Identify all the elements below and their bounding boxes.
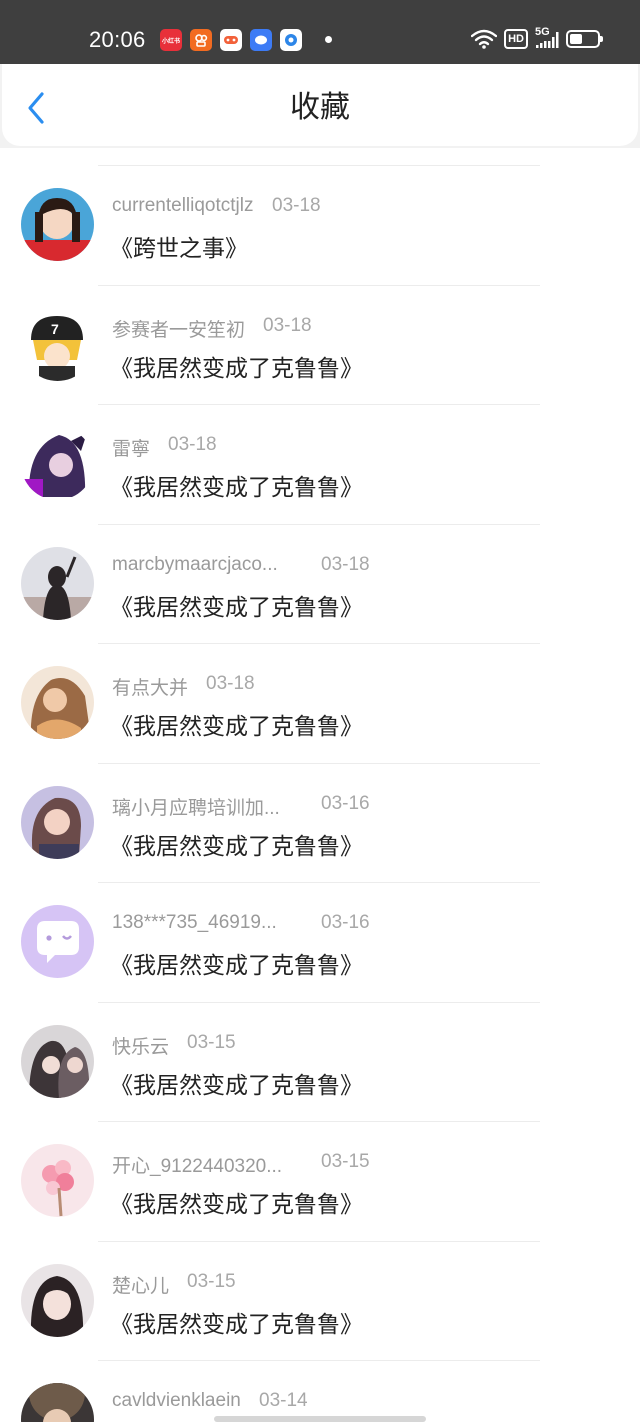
favorite-date: 03-18 <box>168 434 217 455</box>
status-bar: 20:06 小红书 HD 5G <box>0 0 640 64</box>
notification-icons: 小红书 <box>160 29 302 51</box>
xiaohongshu-icon-label: 小红书 <box>161 37 180 45</box>
list-item[interactable]: marcbymaarcjaco... 03-18 《我居然变成了克鲁鲁》 <box>0 525 640 644</box>
favorite-date: 03-15 <box>321 1151 370 1172</box>
wifi-icon <box>471 29 498 49</box>
book-title: 《我居然变成了克鲁鲁》 <box>110 1192 363 1218</box>
favorite-date: 03-18 <box>263 314 312 336</box>
list-item[interactable]: 有点大并 03-18 《我居然变成了克鲁鲁》 <box>0 644 640 764</box>
status-time: 20:06 <box>89 27 146 52</box>
battery-icon <box>566 30 603 48</box>
list-item[interactable]: 开心_9122440320... 03-15 《我居然变成了克鲁鲁》 <box>0 1122 640 1242</box>
battery-level <box>570 34 582 44</box>
book-title: 《我居然变成了克鲁鲁》 <box>110 833 363 860</box>
header: 收藏 <box>2 64 638 146</box>
favorite-date: 03-18 <box>321 553 370 575</box>
username: 开心_9122440320... <box>112 1156 283 1177</box>
favorite-date: 03-15 <box>187 1031 236 1053</box>
avatar[interactable] <box>21 188 94 261</box>
book-title: 《我居然变成了克鲁鲁》 <box>110 1072 363 1099</box>
svg-text:7: 7 <box>51 321 59 337</box>
avatar[interactable] <box>21 1144 94 1217</box>
book-title: 《我居然变成了克鲁鲁》 <box>110 714 363 740</box>
avatar[interactable] <box>21 1024 94 1098</box>
list-item[interactable]: 7 参赛者一安笙初 03-18 《我居然变成了克鲁鲁》 <box>0 286 640 405</box>
username: 璃小月应聘培训加... <box>112 797 280 819</box>
list-item[interactable]: 138***735_46919... 03-16 《我居然变成了克鲁鲁》 <box>0 883 640 1003</box>
hd-badge: HD <box>504 29 528 49</box>
book-title: 《我居然变成了克鲁鲁》 <box>110 1311 363 1338</box>
username: cavldvienklaein <box>112 1390 241 1411</box>
book-title: 《我居然变成了克鲁鲁》 <box>110 475 363 501</box>
favorite-date: 03-16 <box>321 792 370 814</box>
username: marcbymaarcjaco... <box>112 553 278 575</box>
avatar[interactable] <box>21 1263 94 1337</box>
book-title: 《我居然变成了克鲁鲁》 <box>110 953 363 979</box>
avatar[interactable] <box>21 905 94 978</box>
username: 楚心儿 <box>112 1275 170 1297</box>
list-item[interactable]: 雷寧 03-18 《我居然变成了克鲁鲁》 <box>0 405 640 525</box>
more-notifications-dot <box>325 36 332 43</box>
username: 有点大并 <box>112 678 189 699</box>
favorite-date: 03-14 <box>259 1390 308 1411</box>
avatar[interactable] <box>21 666 94 739</box>
camera-app-icon <box>280 29 302 51</box>
favorite-date: 03-15 <box>187 1270 236 1292</box>
favorite-date: 03-18 <box>272 195 321 216</box>
username: 雷寧 <box>112 439 151 460</box>
list-item[interactable]: currentelliqotctjlz 03-18 《跨世之事》 <box>0 166 640 286</box>
favorite-date: 03-16 <box>321 912 370 933</box>
page-title: 收藏 <box>290 90 350 125</box>
system-icons: HD 5G <box>471 26 603 50</box>
list-item[interactable]: 璃小月应聘培训加... 03-16 《我居然变成了克鲁鲁》 <box>0 764 640 883</box>
avatar[interactable] <box>21 1383 94 1422</box>
book-title: 《我居然变成了克鲁鲁》 <box>110 355 363 382</box>
signal-icon: 5G <box>535 26 559 50</box>
xiaohongshu-icon: 小红书 <box>160 29 182 51</box>
favorite-date: 03-18 <box>206 673 255 694</box>
message-app-icon <box>250 29 272 51</box>
username: 快乐云 <box>112 1036 170 1058</box>
username: currentelliqotctjlz <box>112 195 254 216</box>
kuaishou-icon <box>190 29 212 51</box>
list-item[interactable]: 快乐云 03-15 《我居然变成了克鲁鲁》 <box>0 1003 640 1122</box>
username: 138***735_46919... <box>112 912 277 933</box>
home-indicator[interactable] <box>214 1416 426 1422</box>
avatar[interactable] <box>21 427 94 500</box>
avatar[interactable]: 7 <box>21 307 94 381</box>
book-title: 《我居然变成了克鲁鲁》 <box>110 594 363 621</box>
book-title: 《跨世之事》 <box>110 236 248 262</box>
avatar[interactable] <box>21 546 94 620</box>
list-item[interactable]: 楚心儿 03-15 《我居然变成了克鲁鲁》 <box>0 1242 640 1361</box>
avatar[interactable] <box>21 785 94 859</box>
list-item[interactable]: cavldvienklaein 03-14 <box>0 1361 640 1422</box>
favorites-list: currentelliqotctjlz 03-18 《跨世之事》 7 参赛者一安笙初 03… <box>0 148 640 1422</box>
game-icon <box>220 29 242 51</box>
username: 参赛者一安笙初 <box>112 319 246 341</box>
